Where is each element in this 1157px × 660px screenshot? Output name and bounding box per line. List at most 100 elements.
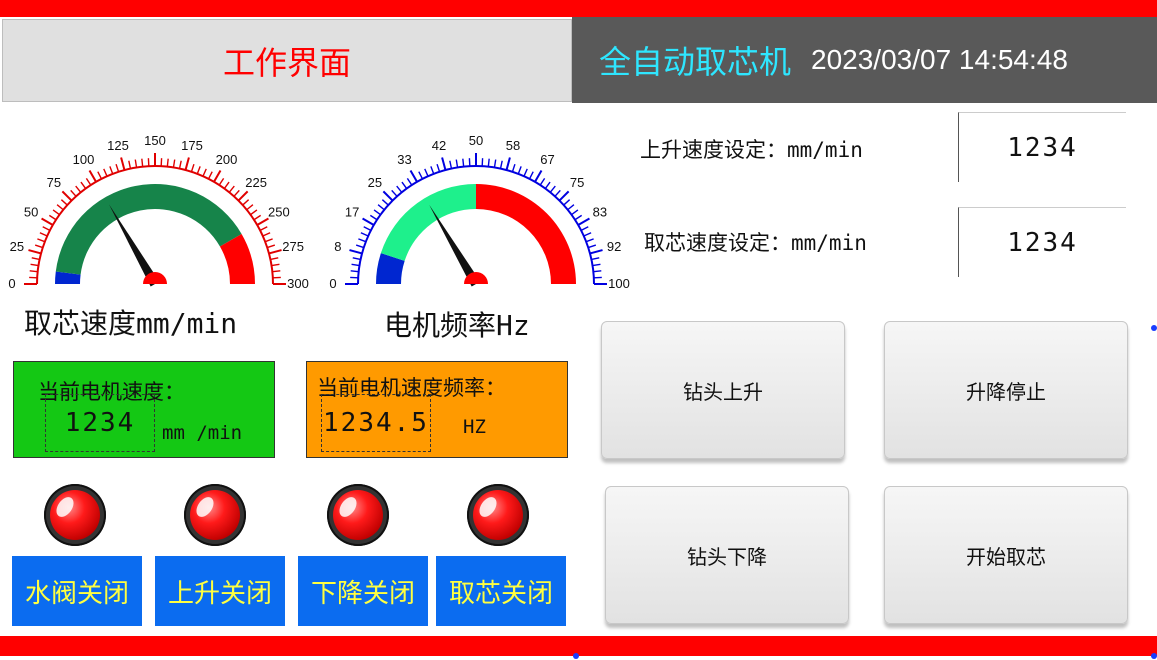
gauge-minor-tick xyxy=(487,158,490,167)
gauge-minor-tick xyxy=(360,232,369,237)
water-valve-lamp xyxy=(44,484,106,546)
gauge-tick-label: 100 xyxy=(73,152,95,167)
gauge-minor-tick xyxy=(207,171,213,180)
gauge-minor-tick xyxy=(430,166,435,175)
gauge-major-tick xyxy=(558,190,570,202)
gauge-minor-tick xyxy=(272,270,281,273)
gauge-minor-tick xyxy=(517,166,522,175)
gauge-minor-tick xyxy=(172,159,176,168)
gauge-minor-tick xyxy=(351,263,360,267)
current-speed-panel: 当前电机速度： 1234 mm /min xyxy=(13,361,275,458)
gauge-minor-tick xyxy=(250,209,258,216)
gauge-minor-tick xyxy=(75,185,82,193)
status-water-valve: 水阀关闭 xyxy=(12,556,142,626)
gauge-minor-tick xyxy=(554,189,561,197)
gauge-minor-tick xyxy=(381,199,389,206)
gauge-minor-tick xyxy=(52,209,60,216)
gauge-minor-tick xyxy=(267,244,276,249)
gauge-minor-tick xyxy=(549,185,556,193)
gauge-minor-tick xyxy=(134,159,138,168)
lift-stop-button[interactable]: 升降停止 xyxy=(884,321,1128,459)
gauge-minor-tick xyxy=(592,263,601,267)
gauge-tick-label: 33 xyxy=(397,152,411,167)
gauge-minor-tick xyxy=(563,199,571,206)
gauge-major-tick xyxy=(256,217,269,226)
gauge-tick-label: 100 xyxy=(608,276,630,291)
gauge-major-tick xyxy=(534,170,543,183)
gauge-minor-tick xyxy=(30,263,39,267)
gauge-minor-tick xyxy=(218,177,225,186)
gauge-minor-tick xyxy=(449,160,453,169)
gauge-tick-label: 225 xyxy=(245,175,267,190)
gauge-minor-tick xyxy=(418,171,424,180)
frequency-gauge-dial: 0 8 17 25 33 42 50 58 67 75 83 92 100 xyxy=(329,133,630,291)
gauge-minor-tick xyxy=(166,158,169,167)
gauge-minor-tick xyxy=(270,257,279,261)
gauge-major-tick xyxy=(268,249,282,255)
gauge-minor-tick xyxy=(29,270,38,273)
rise-lamp xyxy=(184,484,246,546)
current-speed-value: 1234 xyxy=(45,394,155,452)
gauge-minor-tick xyxy=(355,244,364,249)
gauge-minor-tick xyxy=(583,232,592,237)
lift-stop-button-label: 升降停止 xyxy=(966,379,1046,404)
coring-lamp xyxy=(467,484,529,546)
gauge-minor-tick xyxy=(373,209,381,216)
gauge-minor-tick xyxy=(528,171,534,180)
screen-title-panel: 工作界面 xyxy=(2,19,572,102)
gauge-minor-tick xyxy=(571,209,579,216)
gauge-minor-tick xyxy=(37,238,46,243)
gauge-major-tick xyxy=(88,170,97,183)
speed-gauge: 0 25 50 75 100 125 150 175 200 225 250 275 300 xyxy=(0,118,330,298)
gauge-minor-tick xyxy=(436,163,441,172)
gauge-minor-tick xyxy=(401,181,408,189)
gauge-tick-label: 67 xyxy=(540,152,554,167)
drill-up-button-label: 钻头上升 xyxy=(683,379,763,404)
speed-gauge-label: 取芯速度mm/min xyxy=(24,307,238,340)
gauge-minor-tick xyxy=(190,163,195,172)
drill-up-button[interactable]: 钻头上升 xyxy=(601,321,845,459)
gauge-minor-tick xyxy=(242,199,250,206)
gauge-minor-tick xyxy=(70,189,77,197)
gauge-major-tick xyxy=(577,217,590,226)
gauge-minor-tick xyxy=(264,238,273,243)
gauge-minor-tick xyxy=(246,204,254,211)
start-coring-button[interactable]: 开始取芯 xyxy=(884,486,1128,624)
gauge-tick-label: 200 xyxy=(216,152,238,167)
core-speed-setting-input[interactable]: 1234 xyxy=(958,207,1126,277)
gauge-minor-tick xyxy=(574,214,583,221)
machine-name: 全自动取芯机 xyxy=(599,43,792,81)
drill-down-button[interactable]: 钻头下降 xyxy=(605,486,849,624)
gauge-minor-tick xyxy=(511,163,516,172)
gauge-major-tick xyxy=(120,157,126,171)
descend-lamp xyxy=(327,484,389,546)
current-frequency-value: 1234.5 xyxy=(321,394,431,452)
selection-handle-right xyxy=(1151,325,1157,331)
gauge-minor-tick xyxy=(259,226,268,232)
gauge-tick-label: 50 xyxy=(469,133,483,148)
status-rise-label: 上升关闭 xyxy=(167,578,272,609)
gauge-major-tick xyxy=(409,170,418,183)
gauge-minor-tick xyxy=(56,204,64,211)
gauge-minor-tick xyxy=(580,226,589,232)
gauge-major-tick xyxy=(61,190,73,202)
status-coring: 取芯关闭 xyxy=(436,556,566,626)
gauge-minor-tick xyxy=(363,226,372,232)
gauge-tick-label: 58 xyxy=(506,138,520,153)
gauge-tick-label: 175 xyxy=(181,138,203,153)
gauge-minor-tick xyxy=(253,214,262,221)
gauge-minor-tick xyxy=(60,199,68,206)
gauge-minor-tick xyxy=(178,160,182,169)
gauge-minor-tick xyxy=(196,166,201,175)
gauge-minor-tick xyxy=(358,238,367,243)
drill-down-button-label: 钻头下降 xyxy=(687,544,767,569)
frequency-gauge-label: 电机频率Hz xyxy=(384,309,530,342)
status-descend-label: 下降关闭 xyxy=(310,578,415,609)
rise-speed-setting-label: 上升速度设定：mm/min xyxy=(640,138,863,162)
gauge-minor-tick xyxy=(128,160,132,169)
rise-speed-setting-input[interactable]: 1234 xyxy=(958,112,1126,182)
gauge-minor-tick xyxy=(539,177,546,186)
gauge-minor-tick xyxy=(391,189,398,197)
gauge-major-tick xyxy=(28,249,42,255)
gauge-minor-tick xyxy=(233,189,240,197)
